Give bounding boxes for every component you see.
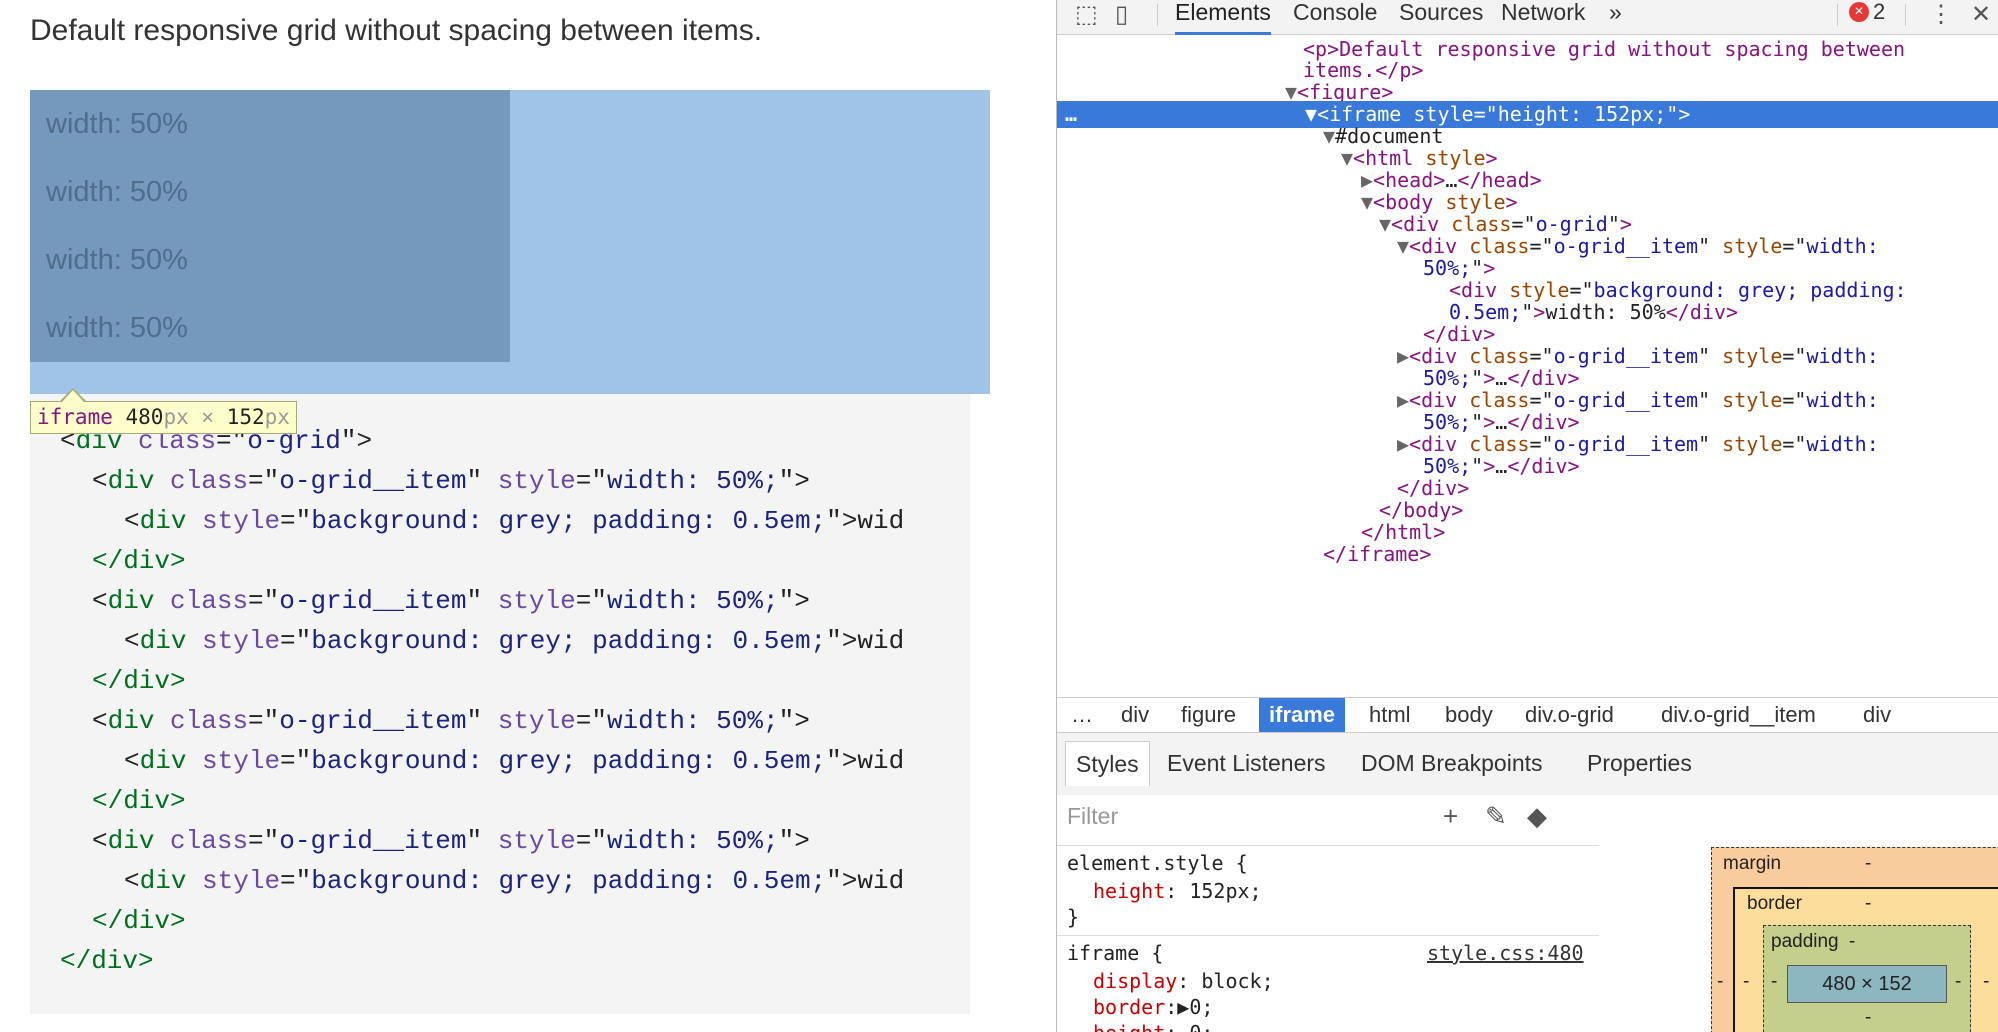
- padding-top-value[interactable]: -: [1849, 931, 1855, 953]
- iframe-highlight[interactable]: width: 50% width: 50% width: 50% width: …: [30, 90, 990, 394]
- border-label: border: [1747, 893, 1802, 914]
- breadcrumb-item[interactable]: div: [1121, 698, 1149, 732]
- tab-elements[interactable]: Elements: [1175, 0, 1271, 35]
- code-line: <div style="background: grey; padding: 0…: [124, 506, 905, 536]
- code-block: <div class="o-grid"> <div class="o-grid_…: [30, 394, 970, 1014]
- box-model-content[interactable]: 480 × 152: [1787, 965, 1947, 1003]
- code-line: </div>: [92, 666, 186, 696]
- device-toolbar-icon[interactable]: ▯: [1115, 0, 1128, 34]
- code-line: <div style="background: grey; padding: 0…: [124, 746, 905, 776]
- tab-sources[interactable]: Sources: [1399, 0, 1483, 32]
- margin-top-value[interactable]: -: [1865, 853, 1871, 875]
- breadcrumb-item[interactable]: …: [1071, 698, 1093, 732]
- styles-pane: Filter + ✎ ◆ element.style { height: 152…: [1057, 795, 1600, 1032]
- breadcrumb-item[interactable]: html: [1369, 698, 1411, 732]
- tab-properties[interactable]: Properties: [1587, 741, 1692, 785]
- code-line: </div>: [92, 786, 186, 816]
- grid-item: width: 50%: [46, 176, 188, 208]
- grid-item: width: 50%: [46, 244, 188, 276]
- border-left-value[interactable]: -: [1743, 971, 1749, 993]
- breadcrumb-item[interactable]: div.o-grid__item: [1661, 698, 1816, 732]
- box-model-diagram: margin - border - padding - 480 × 152 - …: [1599, 795, 1998, 1032]
- code-line: </div>: [60, 946, 154, 976]
- new-style-rule-icon[interactable]: +: [1443, 801, 1458, 832]
- padding-left-value[interactable]: -: [1771, 971, 1777, 993]
- tab-event-listeners[interactable]: Event Listeners: [1167, 741, 1326, 785]
- sidebar-tabs: Styles Event Listeners DOM Breakpoints P…: [1057, 733, 1998, 796]
- toolbar-divider: [1157, 4, 1158, 26]
- padding-bottom-value[interactable]: -: [1865, 1007, 1871, 1029]
- tab-styles[interactable]: Styles: [1065, 741, 1150, 786]
- css-declaration[interactable]: display: block;: [1093, 969, 1274, 993]
- code-line: <div style="background: grey; padding: 0…: [124, 626, 905, 656]
- toolbar-divider: [1837, 4, 1838, 26]
- tab-console[interactable]: Console: [1293, 0, 1377, 32]
- margin-left-value[interactable]: -: [1717, 971, 1723, 993]
- code-line: <div class="o-grid__item" style="width: …: [92, 586, 810, 616]
- pin-icon[interactable]: ✎: [1485, 801, 1507, 832]
- error-icon[interactable]: ×: [1849, 2, 1869, 22]
- rule-close: }: [1067, 905, 1080, 929]
- breadcrumb-item[interactable]: figure: [1181, 698, 1236, 732]
- divider: [1057, 845, 1599, 846]
- breadcrumb-item-active[interactable]: iframe: [1259, 698, 1346, 732]
- breadcrumb-item[interactable]: body: [1445, 698, 1493, 732]
- styles-filter-input[interactable]: Filter: [1067, 803, 1118, 830]
- source-link[interactable]: style.css:480: [1427, 941, 1584, 965]
- breadcrumb: … div figure iframe html body div.o-grid…: [1057, 697, 1998, 733]
- tab-dom-breakpoints[interactable]: DOM Breakpoints: [1361, 741, 1543, 785]
- devtools-panel: ⬚ ▯ Elements Console Sources Network » ×…: [1056, 0, 1998, 1032]
- css-declaration[interactable]: height: 152px;: [1093, 879, 1262, 903]
- more-options-icon[interactable]: ⋮: [1929, 0, 1953, 34]
- element-style-selector: element.style {: [1067, 851, 1248, 875]
- toolbar-divider: [1905, 4, 1906, 26]
- inspect-element-icon[interactable]: ⬚: [1075, 0, 1098, 34]
- devtools-toolbar: ⬚ ▯ Elements Console Sources Network » ×…: [1057, 0, 1998, 35]
- code-line: <div class="o-grid__item" style="width: …: [92, 466, 810, 496]
- tab-network[interactable]: Network: [1501, 0, 1585, 32]
- border-top-value[interactable]: -: [1865, 893, 1871, 915]
- margin-label: margin: [1723, 853, 1782, 874]
- grid-item: width: 50%: [46, 312, 188, 344]
- breadcrumb-item[interactable]: div: [1863, 698, 1891, 732]
- intro-paragraph: Default responsive grid without spacing …: [30, 14, 763, 47]
- dom-tree: <p>Default responsive grid without spaci…: [1057, 36, 1998, 696]
- divider: [1057, 935, 1599, 936]
- padding-right-value[interactable]: -: [1955, 971, 1961, 993]
- grid-column: width: 50% width: 50% width: 50% width: …: [30, 90, 510, 362]
- element-size-tooltip: iframe 480px × 152px: [30, 401, 297, 434]
- code-line: </div>: [92, 546, 186, 576]
- css-declaration[interactable]: border:▶0;: [1093, 995, 1213, 1019]
- iframe-rule-selector: iframe {: [1067, 941, 1164, 965]
- toggle-element-state-icon[interactable]: ◆: [1527, 801, 1547, 832]
- border-right-value[interactable]: -: [1983, 971, 1989, 993]
- padding-label: padding: [1771, 931, 1839, 952]
- close-icon[interactable]: ✕: [1971, 0, 1991, 34]
- dom-node-close[interactable]: </iframe>: [1057, 541, 1998, 568]
- tooltip-arrow-fill: [62, 390, 84, 402]
- breadcrumb-item[interactable]: div.o-grid: [1525, 698, 1614, 732]
- code-line: <div class="o-grid__item" style="width: …: [92, 826, 810, 856]
- css-declaration[interactable]: height: 0;: [1093, 1021, 1213, 1032]
- grid-item: width: 50%: [46, 108, 188, 140]
- expand-triangle-icon[interactable]: ▶: [1177, 995, 1189, 1019]
- code-line: <div style="background: grey; padding: 0…: [124, 866, 905, 896]
- page-content: Default responsive grid without spacing …: [0, 0, 1056, 1032]
- error-count[interactable]: 2: [1873, 0, 1885, 24]
- code-line: </div>: [92, 906, 186, 936]
- code-line: <div class="o-grid__item" style="width: …: [92, 706, 810, 736]
- more-tabs-icon[interactable]: »: [1609, 0, 1622, 32]
